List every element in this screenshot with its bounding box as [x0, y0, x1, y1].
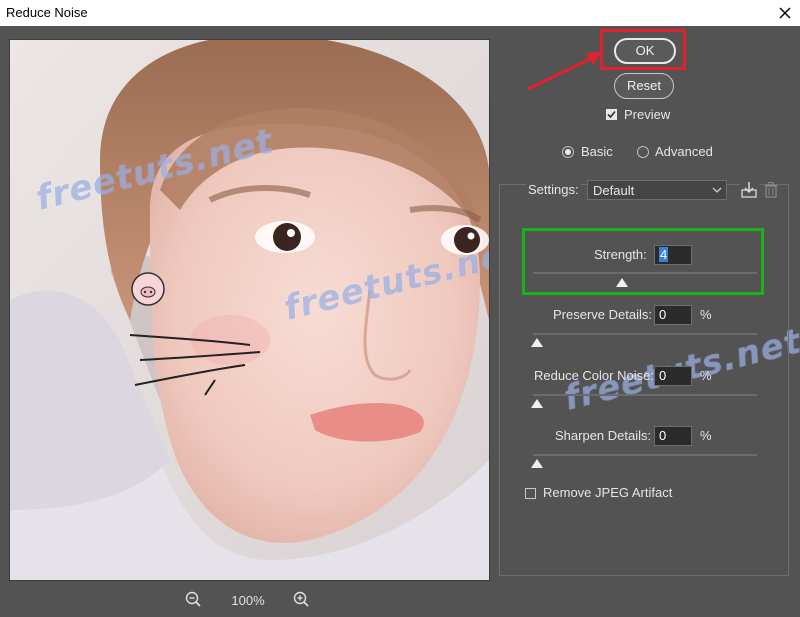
- sharpen-details-label: Sharpen Details:: [555, 428, 652, 443]
- zoom-level: 100%: [231, 593, 265, 608]
- sharpen-details-input[interactable]: 0: [654, 426, 692, 446]
- trash-icon[interactable]: [763, 181, 779, 199]
- close-icon[interactable]: [774, 3, 796, 23]
- basic-label: Basic: [581, 144, 613, 159]
- zoom-out-icon[interactable]: [184, 590, 204, 610]
- preserve-details-slider-track[interactable]: [533, 333, 757, 335]
- strength-slider-thumb[interactable]: [615, 278, 628, 287]
- strength-label: Strength:: [594, 247, 647, 262]
- reduce-color-noise-unit: %: [700, 368, 712, 383]
- reduce-color-noise-input[interactable]: 0: [654, 366, 692, 386]
- strength-slider-track[interactable]: [533, 272, 757, 274]
- radio-advanced[interactable]: [637, 146, 649, 158]
- remove-jpeg-artifact-checkbox[interactable]: [525, 488, 536, 499]
- reduce-color-noise-slider-track[interactable]: [533, 394, 757, 396]
- radio-basic[interactable]: [562, 146, 574, 158]
- reset-button[interactable]: Reset: [614, 73, 674, 99]
- sharpen-details-slider-thumb[interactable]: [531, 459, 543, 468]
- settings-label: Settings:: [526, 182, 581, 197]
- strength-input[interactable]: 4: [654, 245, 692, 265]
- window-title: Reduce Noise: [6, 5, 88, 20]
- preview-checkbox[interactable]: [606, 109, 617, 120]
- portrait-photo: [10, 40, 489, 580]
- advanced-label: Advanced: [655, 144, 713, 159]
- chevron-down-icon: [712, 187, 722, 193]
- ok-button[interactable]: OK: [614, 38, 676, 64]
- sharpen-details-unit: %: [700, 428, 712, 443]
- preserve-details-slider-thumb[interactable]: [531, 338, 543, 347]
- settings-value: Default: [593, 183, 635, 198]
- title-bar: Reduce Noise: [0, 0, 800, 26]
- preserve-details-input[interactable]: 0: [654, 305, 692, 325]
- zoom-bar: 100%: [180, 590, 330, 610]
- reduce-color-noise-label: Reduce Color Noise:: [534, 368, 654, 383]
- annotation-arrow-icon: [527, 52, 602, 91]
- preview-label: Preview: [624, 107, 671, 122]
- zoom-in-icon[interactable]: [292, 590, 312, 610]
- checkmark-icon: [607, 110, 616, 119]
- preview-image[interactable]: freetuts.net freetuts.net: [9, 39, 490, 581]
- settings-dropdown[interactable]: Default: [587, 180, 727, 200]
- preserve-details-unit: %: [700, 307, 712, 322]
- remove-jpeg-artifact-label: Remove JPEG Artifact: [543, 485, 673, 500]
- sharpen-details-slider-track[interactable]: [533, 454, 757, 456]
- strength-value: 4: [659, 247, 669, 262]
- save-preset-icon[interactable]: [740, 181, 760, 199]
- preserve-details-label: Preserve Details:: [553, 307, 652, 322]
- reduce-color-noise-slider-thumb[interactable]: [531, 399, 543, 408]
